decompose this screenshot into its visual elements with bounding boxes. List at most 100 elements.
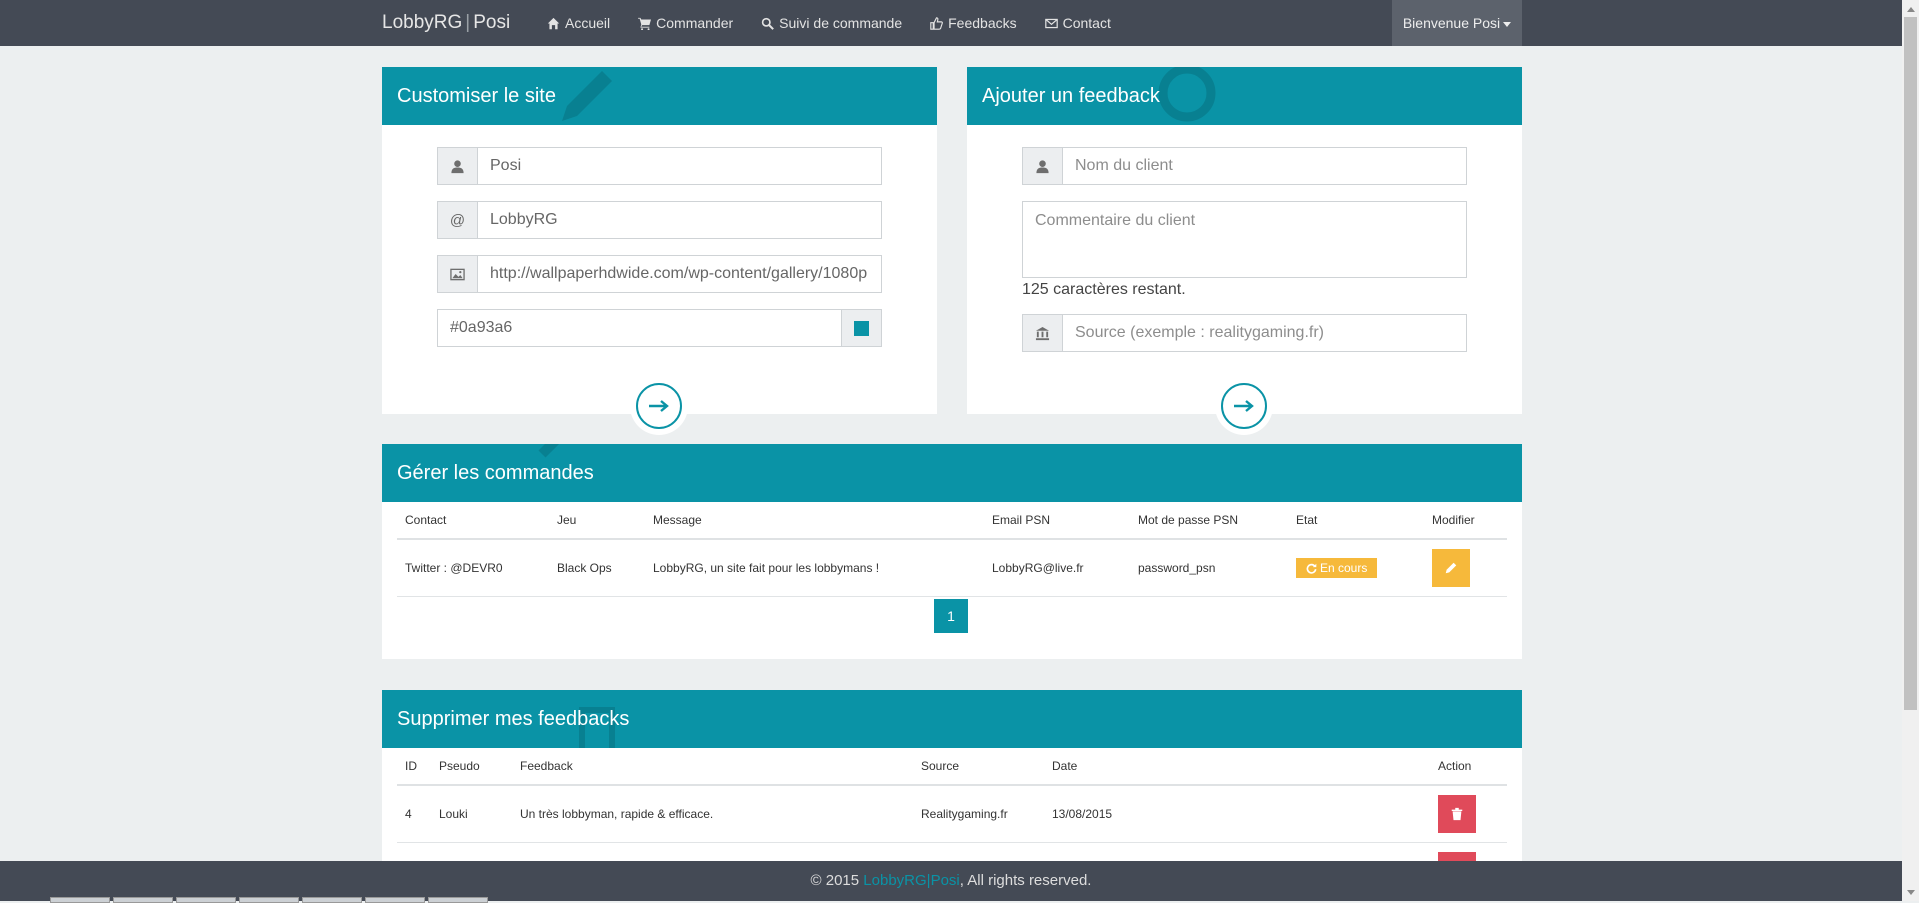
cell-status: En cours (1288, 539, 1424, 597)
main-nav: Accueil Commander Suivi de commande Feed… (533, 0, 1125, 46)
scrollbar-thumb[interactable] (1904, 17, 1917, 710)
orders-table: Contact Jeu Message Email PSN Mot de pas… (397, 502, 1507, 597)
color-input[interactable]: #0a93a6 (438, 310, 841, 346)
client-comment-textarea[interactable]: Commentaire du client (1022, 201, 1467, 278)
trash-icon (1451, 807, 1463, 821)
col-pseudo: Pseudo (431, 748, 512, 786)
client-name-input[interactable]: Nom du client (1063, 148, 1466, 184)
thumbs-up-icon (930, 16, 944, 30)
site-name-input-group: @ LobbyRG (437, 201, 882, 239)
status-badge: En cours (1296, 558, 1378, 578)
nav-label: Suivi de commande (779, 15, 903, 31)
orders-panel-heading: Gérer les commandes (382, 444, 1522, 502)
footer-copyright: © 2015 (810, 872, 864, 889)
nav-commander[interactable]: Commander (624, 0, 747, 46)
site-owner-input[interactable]: Posi (478, 148, 881, 184)
edit-order-button[interactable] (1432, 549, 1470, 587)
table-row: 4 Louki Un très lobbyman, rapide & effic… (397, 785, 1507, 843)
nav-feedbacks[interactable]: Feedbacks (916, 0, 1030, 46)
customize-submit-button[interactable] (636, 383, 682, 429)
bank-icon (1023, 315, 1063, 351)
col-status: Etat (1288, 502, 1424, 540)
scroll-down-arrow-icon[interactable] (1902, 884, 1919, 901)
footer-brand-link[interactable]: LobbyRG|Posi (863, 872, 959, 889)
orders-panel: Gérer les commandes Contact Jeu Message … (382, 444, 1522, 659)
search-icon (761, 17, 775, 30)
footer-rights: , All rights reserved. (959, 872, 1092, 889)
col-password-psn: Mot de passe PSN (1130, 502, 1288, 540)
source-input[interactable]: Source (exemple : realitygaming.fr) (1063, 315, 1466, 351)
brand-name: LobbyRG (382, 12, 463, 33)
taskbar-tab[interactable] (113, 897, 173, 903)
cell-email: LobbyRG@live.fr (984, 539, 1130, 597)
color-swatch (854, 320, 869, 336)
feedbacks-header-row: ID Pseudo Feedback Source Date Action (397, 748, 1507, 786)
color-input-group: #0a93a6 (437, 309, 882, 347)
col-date: Date (1044, 748, 1430, 786)
site-name-input[interactable]: LobbyRG (478, 202, 881, 238)
nav-label: Commander (656, 15, 734, 31)
delete-feedback-button[interactable] (1438, 795, 1476, 833)
cell-source: Realitygaming.fr (913, 785, 1044, 843)
taskbar-tab[interactable] (365, 897, 425, 903)
col-game: Jeu (549, 502, 645, 540)
envelope-icon (1044, 18, 1058, 28)
table-row: Twitter : @DEVR0 Black Ops LobbyRG, un s… (397, 539, 1507, 597)
cell-game: Black Ops (549, 539, 645, 597)
customize-panel-heading: Customiser le site (382, 67, 937, 125)
add-feedback-title: Ajouter un feedback (982, 85, 1160, 107)
taskbar-tab[interactable] (239, 897, 299, 903)
orders-title: Gérer les commandes (397, 462, 594, 484)
comment-watermark-icon (1158, 67, 1216, 122)
background-url-input[interactable]: http://wallpaperhdwide.com/wp-content/ga… (478, 256, 881, 292)
cell-pseudo: Louki (431, 785, 512, 843)
pagination-page-1[interactable]: 1 (934, 599, 968, 633)
col-source: Source (913, 748, 1044, 786)
brand-user: Posi (473, 12, 511, 33)
add-feedback-panel: Ajouter un feedback Nom du client Commen… (967, 67, 1522, 429)
taskbar-tab[interactable] (50, 897, 110, 903)
site-owner-input-group: Posi (437, 147, 882, 185)
col-action: Action (1430, 748, 1507, 786)
status-label: En cours (1320, 561, 1368, 575)
col-email-psn: Email PSN (984, 502, 1130, 540)
pencil-watermark-icon (538, 444, 560, 458)
cell-id: 4 (397, 785, 431, 843)
nav-label: Accueil (565, 15, 611, 31)
home-icon (547, 17, 560, 29)
col-message: Message (645, 502, 984, 540)
nav-suivi[interactable]: Suivi de commande (747, 0, 916, 46)
user-menu-label: Bienvenue Posi (1402, 15, 1501, 31)
add-feedback-panel-heading: Ajouter un feedback (967, 67, 1522, 125)
cell-date: 13/08/2015 (1044, 785, 1430, 843)
arrow-right-icon (1234, 400, 1254, 412)
page-scrollbar[interactable] (1902, 0, 1919, 901)
user-menu-dropdown[interactable]: Bienvenue Posi (1392, 0, 1522, 46)
nav-accueil[interactable]: Accueil (533, 0, 624, 46)
cell-password: password_psn (1130, 539, 1288, 597)
at-icon: @ (438, 202, 478, 238)
source-input-group: Source (exemple : realitygaming.fr) (1022, 314, 1467, 352)
footer: © 2015 LobbyRG|Posi, All rights reserved… (0, 861, 1902, 901)
taskbar-tab[interactable] (176, 897, 236, 903)
chars-remaining-text: 125 caractères restant. (1022, 281, 1186, 298)
scroll-up-arrow-icon[interactable] (1902, 0, 1919, 17)
caret-down-icon (1503, 21, 1512, 27)
customize-panel: Customiser le site Posi @ LobbyRG http:/… (382, 67, 937, 429)
cell-feedback: Un très lobbyman, rapide & efficace. (512, 785, 913, 843)
background-url-input-group: http://wallpaperhdwide.com/wp-content/ga… (437, 255, 882, 293)
taskbar-tab[interactable] (302, 897, 362, 903)
arrow-right-icon (649, 400, 669, 412)
brand-logo[interactable]: LobbyRG | Posi (382, 0, 510, 46)
add-feedback-submit-button[interactable] (1221, 383, 1267, 429)
color-picker-button[interactable] (841, 310, 881, 346)
client-name-input-group: Nom du client (1022, 147, 1467, 185)
col-edit: Modifier (1424, 502, 1507, 540)
refresh-icon (1306, 563, 1317, 574)
nav-contact[interactable]: Contact (1031, 0, 1125, 46)
taskbar-tab[interactable] (428, 897, 488, 903)
cell-edit (1424, 539, 1507, 597)
orders-header-row: Contact Jeu Message Email PSN Mot de pas… (397, 502, 1507, 540)
nav-label: Feedbacks (948, 15, 1017, 31)
user-icon (1023, 148, 1063, 184)
